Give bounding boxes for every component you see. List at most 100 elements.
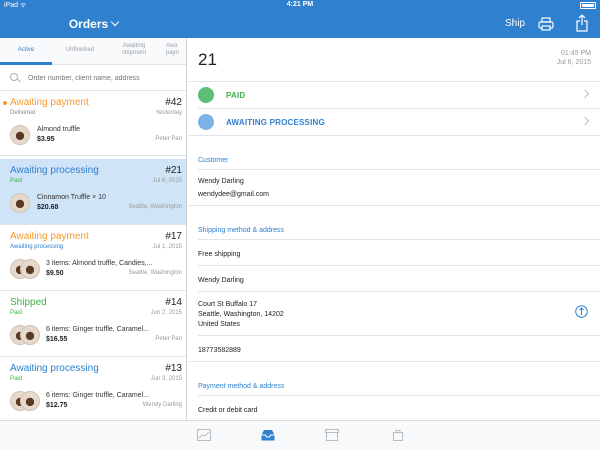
map-pin-icon[interactable] [575, 305, 588, 318]
order-substatus: Delivered [10, 110, 36, 116]
search-input[interactable] [28, 72, 183, 84]
order-row-17[interactable]: Awaiting payment #17 Awaiting processing… [0, 225, 186, 291]
printer-icon[interactable] [538, 17, 554, 31]
status-bar: iPad ᯤ 4:21 PM [0, 0, 600, 11]
payment-state-circle [198, 87, 214, 103]
customer-name: Wendy Darling [198, 178, 244, 185]
order-number: #21 [165, 165, 182, 176]
order-status: Awaiting payment [10, 97, 89, 108]
shipping-heading: Shipping method & address [198, 227, 284, 234]
order-number-heading: 21 [198, 50, 217, 69]
order-price: $3.95 [37, 136, 55, 143]
order-customer: Peter Pan [155, 336, 182, 342]
clock: 4:21 PM [286, 1, 314, 8]
product-thumbnail [20, 325, 40, 345]
orders-tray-icon[interactable] [261, 429, 275, 441]
customer-email[interactable]: wendydee@gmail.com [198, 190, 269, 199]
orders-title-dropdown[interactable]: Orders [0, 17, 187, 31]
stats-icon[interactable] [197, 429, 211, 441]
payment-heading: Payment method & address [198, 383, 285, 390]
product-thumbnail [10, 193, 30, 213]
order-items: Almond truffle [37, 126, 81, 133]
fulfillment-state-circle [198, 114, 214, 130]
order-timestamp: 01:45 PM Jul 6, 2015 [557, 49, 591, 67]
order-status: Awaiting payment [10, 231, 89, 242]
order-row-14[interactable]: Shipped #14 Paid Jun 2, 2015 6 items: Gi… [0, 291, 186, 357]
order-row-13[interactable]: Awaiting processing #13 Paid Jun 3, 2015… [0, 357, 186, 420]
payment-state-row[interactable]: PAID [188, 82, 600, 108]
payment-state-label: PAID [226, 91, 246, 100]
divider [198, 335, 600, 336]
order-date: Jun 3, 2015 [150, 376, 182, 382]
tab-awaiting-shipment[interactable]: Awaiting shipment [108, 43, 160, 57]
search-icon [10, 73, 18, 81]
chevron-right-icon [580, 116, 590, 126]
address-line-3: United States [198, 321, 241, 328]
share-icon[interactable] [576, 14, 588, 32]
navigation-bar: Orders Ship [0, 11, 600, 38]
tab-awaiting-payment[interactable]: Awa payn [166, 43, 186, 57]
orders-list-pane: Active Unfinished Awaiting shipment Awa … [0, 38, 187, 420]
tab-active[interactable]: Active [0, 47, 52, 54]
order-date: Jul 6, 2015 [556, 59, 591, 66]
order-status: Awaiting processing [10, 363, 99, 374]
order-price: $12.75 [46, 402, 68, 409]
divider [188, 361, 600, 362]
order-substatus: Paid [10, 178, 23, 184]
search-bar [0, 65, 186, 91]
product-thumbnail [20, 259, 40, 279]
product-thumbnail [10, 125, 30, 145]
fulfillment-state-row[interactable]: AWAITING PROCESSING [188, 109, 600, 135]
divider [188, 205, 600, 206]
divider [198, 169, 600, 170]
order-items: 3 items: Almond truffle, Candies,... [46, 260, 153, 267]
battery-icon [580, 2, 596, 9]
nav-title: Orders [68, 17, 109, 31]
order-detail-pane: 21 01:45 PM Jul 6, 2015 PAID AWAITING PR… [188, 38, 600, 420]
order-date: Jul 1, 2015 [152, 244, 182, 250]
customer-heading: Customer [198, 157, 229, 164]
address-line-1: Court St Buffalo 17 [198, 301, 258, 308]
order-date: Yesterday [155, 110, 182, 116]
order-date: Jun 2, 2015 [150, 310, 182, 316]
store-bag-icon[interactable] [391, 429, 405, 441]
order-customer: Seattle, Washington [128, 270, 182, 276]
order-substatus: Paid [10, 310, 23, 316]
order-filter-tabs: Active Unfinished Awaiting shipment Awa … [0, 38, 186, 65]
order-number: #17 [165, 231, 182, 242]
ship-button[interactable]: Ship [505, 18, 525, 29]
order-status: Awaiting processing [10, 165, 99, 176]
order-items: Cinnamon Truffle × 10 [37, 194, 106, 201]
order-substatus: Paid [10, 376, 23, 382]
divider [198, 291, 600, 292]
phone-number[interactable]: 18773582889 [198, 346, 241, 355]
order-status: Shipped [10, 297, 47, 308]
order-number: #42 [165, 97, 182, 108]
order-customer: Peter Pan [155, 136, 182, 142]
fulfillment-state-label: AWAITING PROCESSING [226, 118, 325, 127]
order-price: $16.55 [46, 336, 68, 343]
order-row-21[interactable]: Awaiting processing #21 Paid Jul 6, 2015… [0, 159, 186, 225]
bottom-tab-bar [0, 420, 600, 450]
order-customer: Seattle, Washington [128, 204, 182, 210]
order-row-42[interactable]: Awaiting payment #42 Delivered Yesterday… [0, 91, 186, 156]
tab-unfinished[interactable]: Unfinished [52, 47, 108, 54]
product-thumbnail [20, 391, 40, 411]
divider [198, 265, 600, 266]
divider [188, 135, 600, 136]
order-items: 6 items: Ginger truffle, Caramel... [46, 392, 149, 399]
shipping-name: Wendy Darling [198, 277, 244, 284]
shipping-method: Free shipping [198, 251, 241, 258]
chevron-right-icon [580, 89, 590, 99]
catalog-box-icon[interactable] [325, 429, 339, 441]
chevron-down-icon [110, 17, 120, 27]
payment-method: Credit or debit card [198, 407, 258, 414]
order-number: #13 [165, 363, 182, 374]
order-date: Jul 6, 2015 [152, 178, 182, 184]
order-price: $9.50 [46, 270, 64, 277]
order-number: #14 [165, 297, 182, 308]
order-substatus: Awaiting processing [10, 244, 64, 250]
unread-dot [3, 101, 7, 105]
order-items: 6 items: Ginger truffle, Caramel... [46, 326, 149, 333]
order-price: $20.68 [37, 204, 59, 211]
